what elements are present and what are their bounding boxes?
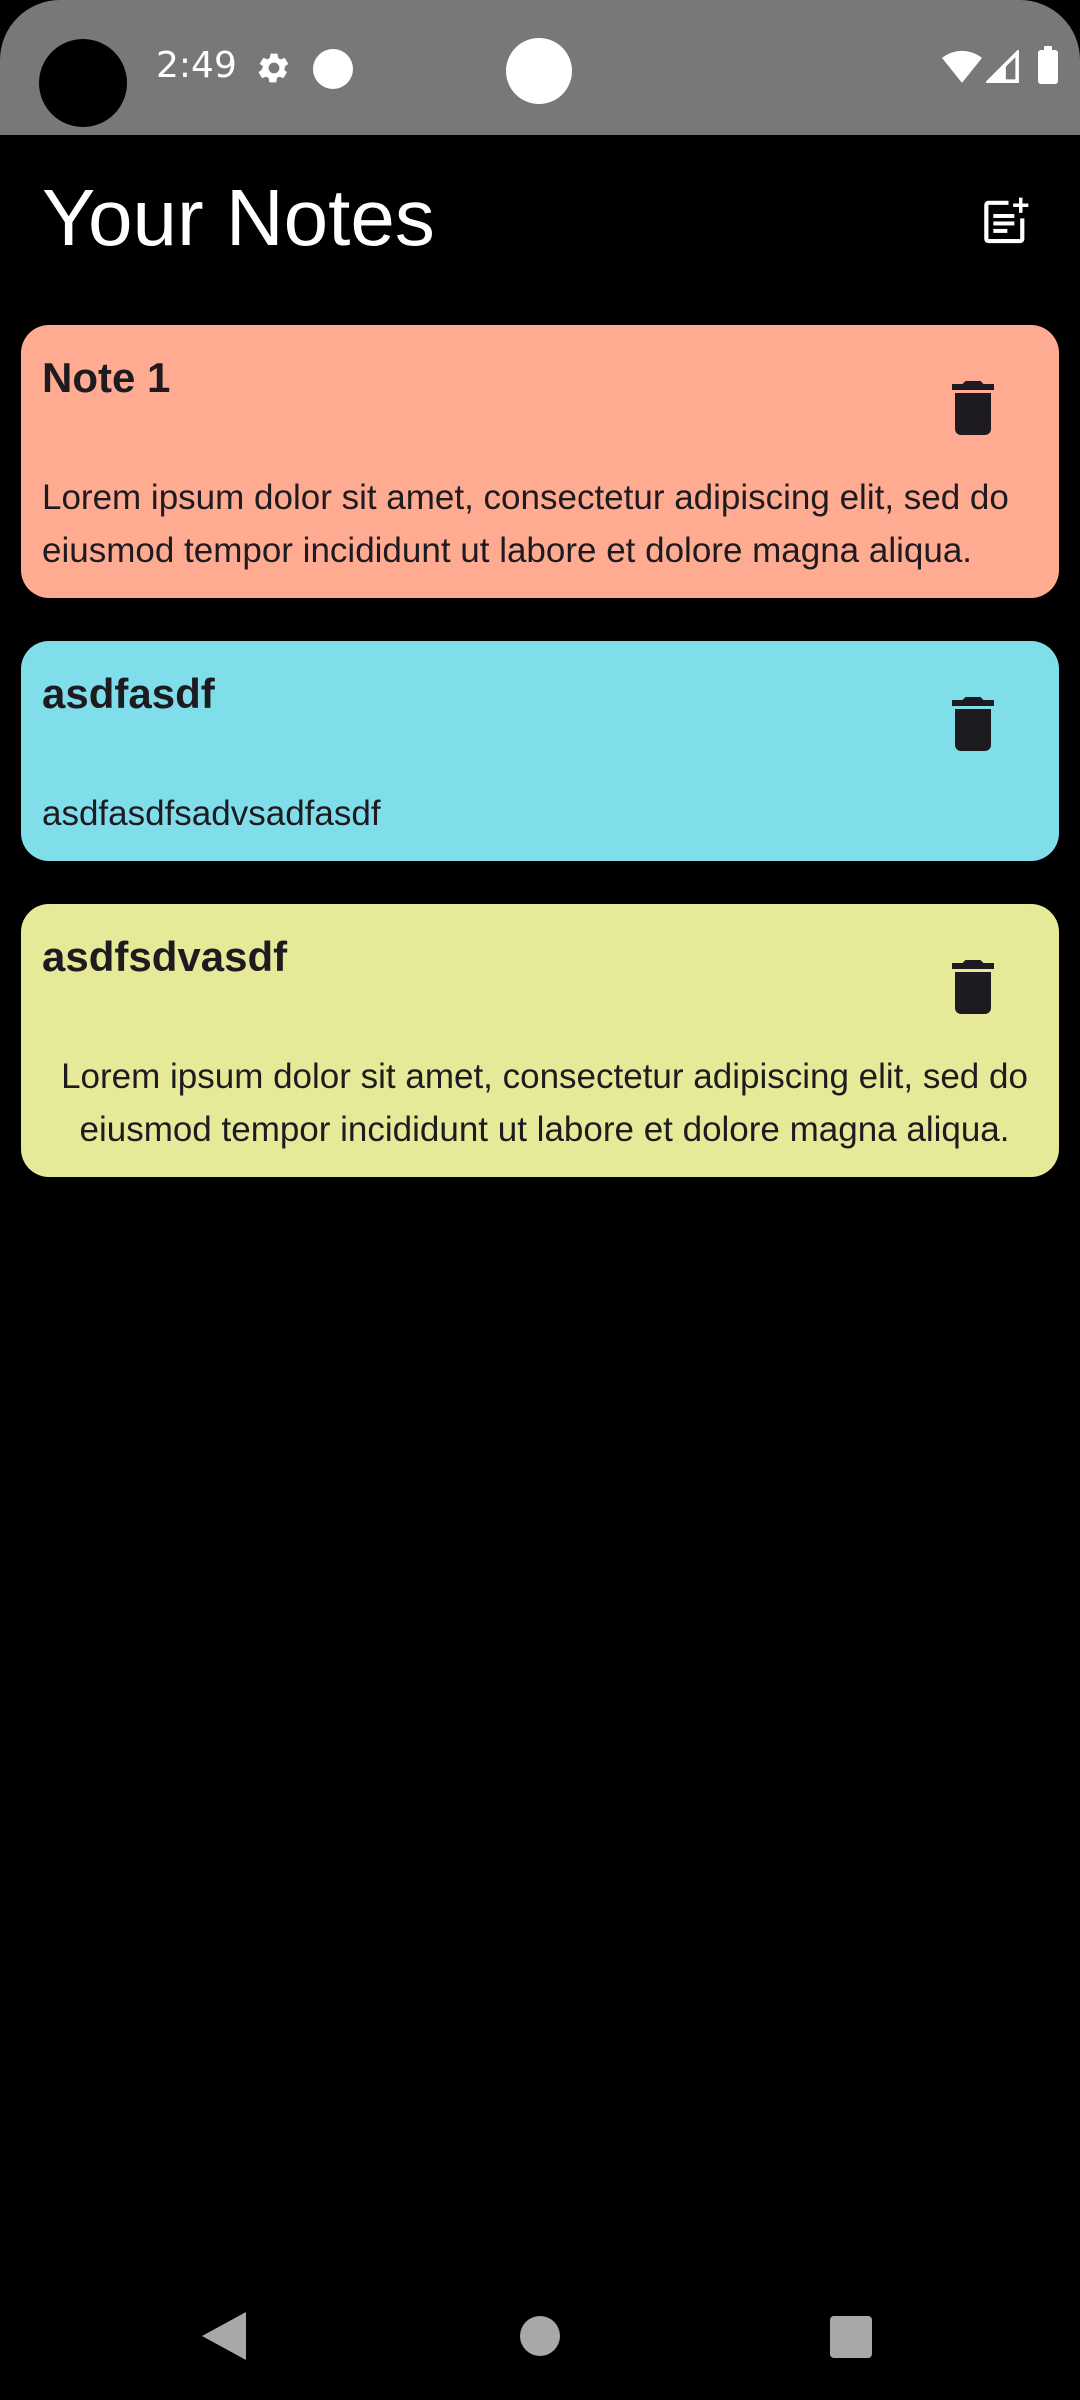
status-time: 2:49 <box>156 45 237 86</box>
trash-icon <box>952 697 994 751</box>
add-note-button[interactable] <box>972 188 1038 254</box>
back-icon[interactable] <box>202 2312 246 2360</box>
page-title: Your Notes <box>42 173 435 262</box>
note-title: asdfsdvasdf <box>42 933 288 980</box>
notes-list: Note 1 Lorem ipsum dolor sit amet, conse… <box>21 325 1059 1177</box>
gear-icon <box>258 53 289 83</box>
navigation-bar <box>0 2280 1080 2400</box>
note-title: Note 1 <box>42 354 171 401</box>
camera-cutout <box>39 39 127 127</box>
signal-icon <box>986 50 1019 83</box>
recents-icon[interactable] <box>830 2316 872 2358</box>
status-bar: 2:49 <box>0 0 1080 135</box>
battery-icon <box>1038 46 1058 84</box>
front-camera-icon <box>506 38 572 104</box>
home-icon[interactable] <box>520 2316 560 2356</box>
note-content: Lorem ipsum dolor sit amet, consectetur … <box>42 478 1009 570</box>
note-card[interactable]: asdfasdf asdfasdfsadvsadfasdf <box>21 641 1059 861</box>
note-title: asdfasdf <box>42 670 215 717</box>
notification-dot-icon <box>313 49 353 89</box>
note-content: asdfasdfsadvsadfasdf <box>42 794 381 833</box>
delete-note-button[interactable] <box>943 694 1003 754</box>
delete-note-button[interactable] <box>943 378 1003 438</box>
note-card[interactable]: Note 1 Lorem ipsum dolor sit amet, conse… <box>21 325 1059 598</box>
delete-note-button[interactable] <box>943 957 1003 1017</box>
note-content: Lorem ipsum dolor sit amet, consectetur … <box>61 1057 1028 1149</box>
note-card[interactable]: asdfsdvasdf Lorem ipsum dolor sit amet, … <box>21 904 1059 1177</box>
trash-icon <box>952 381 994 435</box>
wifi-icon <box>942 50 982 83</box>
trash-icon <box>952 960 994 1014</box>
note-add-icon <box>984 197 1029 244</box>
